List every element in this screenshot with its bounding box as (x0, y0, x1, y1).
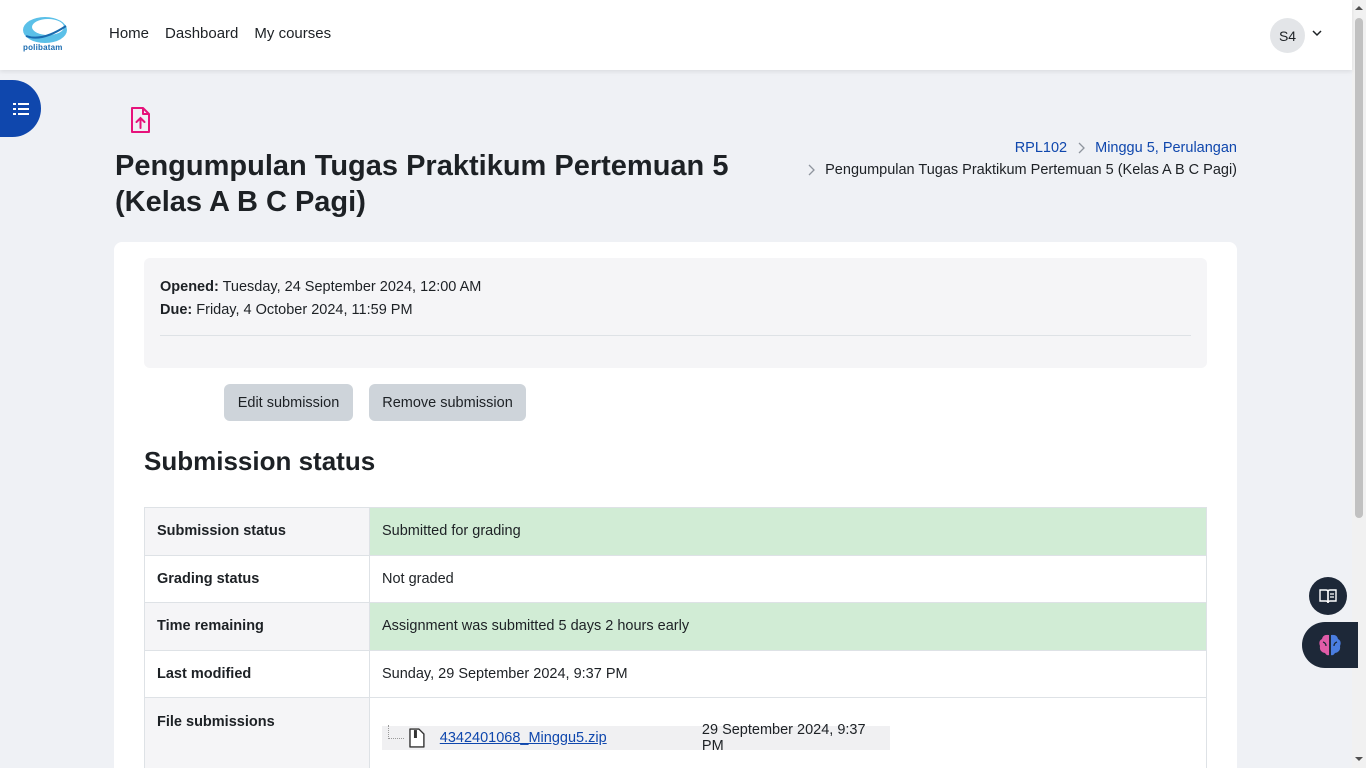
last-modified-value: Sunday, 29 September 2024, 9:37 PM (369, 649, 1207, 698)
chevron-right-icon (808, 164, 816, 176)
navbar: polibatam Home Dashboard My courses S4 (0, 0, 1352, 70)
row-label: Last modified (144, 649, 370, 698)
row-label: File submissions (144, 697, 370, 768)
opened-label: Opened: (160, 279, 219, 295)
divider (160, 335, 1191, 336)
page-title: Pengumpulan Tugas Praktikum Pertemuan 5 … (115, 150, 729, 218)
opened-date-row: Opened: Tuesday, 24 September 2024, 12:0… (160, 276, 1191, 299)
grading-status-value: Not graded (369, 554, 1207, 603)
chevron-down-icon[interactable] (1312, 28, 1322, 38)
remove-submission-button[interactable]: Remove submission (369, 384, 526, 421)
floating-reader-button[interactable] (1309, 577, 1347, 615)
file-date: 29 September 2024, 9:37 PM (701, 722, 866, 754)
user-avatar[interactable]: S4 (1270, 18, 1305, 53)
nav-dashboard-link[interactable]: Dashboard (165, 25, 238, 42)
table-row: File submissions 4342401068_Minggu5.zip … (144, 697, 1207, 768)
tree-connector (388, 725, 404, 739)
row-label: Time remaining (144, 602, 370, 651)
file-submissions-cell: 4342401068_Minggu5.zip 29 September 2024… (369, 697, 1207, 768)
row-label: Grading status (144, 554, 370, 603)
due-date-row: Due: Friday, 4 October 2024, 11:59 PM (160, 299, 1191, 322)
scrollbar-thumb[interactable] (1355, 18, 1363, 518)
book-icon (1319, 589, 1337, 604)
breadcrumb-course-link[interactable]: RPL102 (1015, 140, 1067, 156)
table-row: Grading status Not graded (144, 554, 1207, 603)
table-row: Last modified Sunday, 29 September 2024,… (144, 649, 1207, 698)
scroll-up-icon[interactable] (1355, 4, 1363, 12)
list-icon (12, 102, 29, 115)
brain-icon (1319, 634, 1341, 656)
breadcrumb: RPL102 Minggu 5, Perulangan Pengumpulan … (805, 137, 1237, 181)
due-label: Due: (160, 302, 193, 318)
submission-status-table: Submission status Submitted for grading … (144, 507, 1207, 768)
nav-home-link[interactable]: Home (109, 25, 149, 42)
chevron-right-icon (1078, 142, 1086, 154)
breadcrumb-section-link[interactable]: Minggu 5, Perulangan (1095, 140, 1237, 156)
due-value: Friday, 4 October 2024, 11:59 PM (196, 302, 413, 318)
main-content-card: Opened: Tuesday, 24 September 2024, 12:0… (114, 242, 1237, 768)
file-upload-icon (131, 107, 150, 133)
table-row: Time remaining Assignment was submitted … (144, 602, 1207, 651)
submission-status-heading: Submission status (144, 446, 376, 476)
floating-ai-assistant-button[interactable] (1302, 622, 1358, 668)
table-row: Submission status Submitted for grading (144, 507, 1207, 556)
row-label: Submission status (144, 507, 370, 556)
time-remaining-value: Assignment was submitted 5 days 2 hours … (369, 602, 1207, 651)
nav-my-courses-link[interactable]: My courses (254, 25, 331, 42)
logo-text: polibatam (23, 43, 63, 52)
submission-status-value: Submitted for grading (369, 507, 1207, 556)
opened-value: Tuesday, 24 September 2024, 12:00 AM (222, 279, 482, 295)
file-tree-item: 4342401068_Minggu5.zip 29 September 2024… (382, 722, 890, 754)
activity-dates: Opened: Tuesday, 24 September 2024, 12:0… (144, 258, 1207, 368)
edit-submission-button[interactable]: Edit submission (224, 384, 353, 421)
file-archive-icon (409, 728, 425, 748)
scroll-down-icon[interactable] (1355, 755, 1363, 763)
submitted-file-link[interactable]: 4342401068_Minggu5.zip (440, 730, 702, 746)
breadcrumb-current: Pengumpulan Tugas Praktikum Pertemuan 5 … (825, 162, 1237, 178)
primary-nav: Home Dashboard My courses (109, 25, 331, 42)
course-index-toggle-button[interactable] (0, 80, 41, 137)
